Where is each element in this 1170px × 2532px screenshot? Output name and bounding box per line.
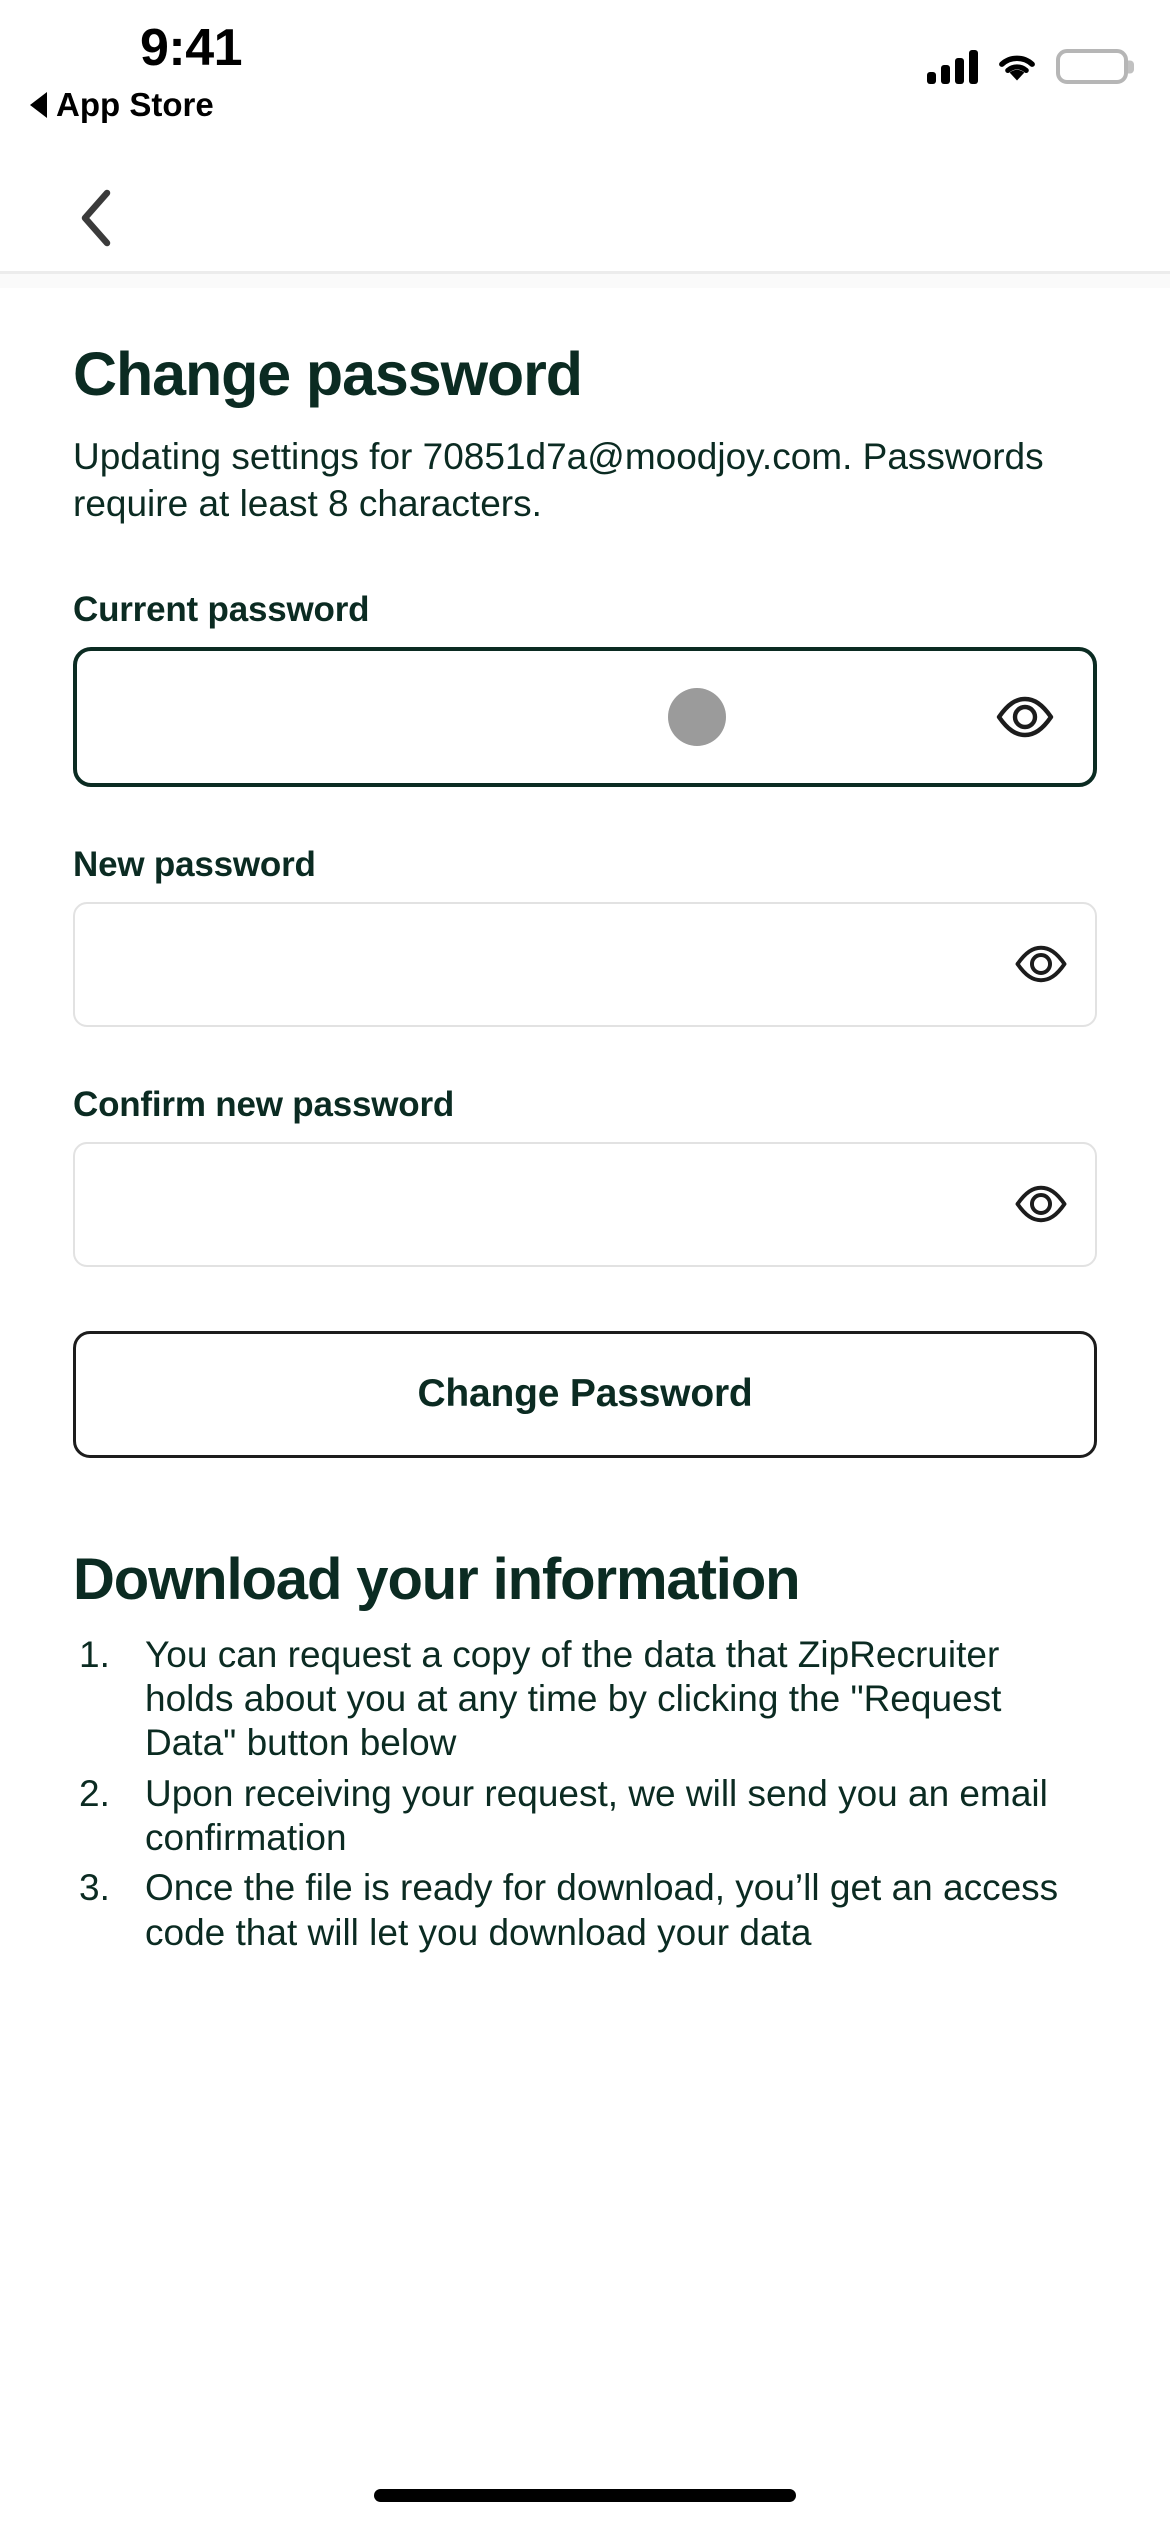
page-description: Updating settings for 70851d7a@moodjoy.c… (73, 435, 1044, 524)
home-indicator[interactable] (374, 2489, 796, 2502)
back-app-label: App Store (56, 86, 214, 123)
confirm-password-label: Confirm new password (73, 1084, 455, 1124)
eye-icon (1015, 945, 1067, 983)
navigation-bar (0, 140, 1170, 273)
current-password-label: Current password (73, 589, 370, 629)
new-password-input[interactable] (75, 903, 1095, 1025)
page-content: Change password Updating settings for 70… (0, 288, 1170, 1961)
phone-screen: 9:41 App Store Change password Updating … (0, 0, 1170, 2532)
back-triangle-icon (30, 92, 47, 118)
wifi-icon (999, 55, 1035, 81)
current-password-input-wrapper[interactable] (73, 646, 1097, 787)
page-title: Change password (73, 340, 583, 408)
status-bar-indicators (927, 40, 1134, 84)
status-bar-time: 9:41 (140, 19, 243, 77)
current-password-field-group: Current password (73, 590, 1097, 787)
list-item: Once the file is ready for download, you… (79, 1866, 1059, 1953)
new-password-visibility-toggle[interactable] (1009, 932, 1073, 996)
list-item: Upon receiving your request, we will sen… (79, 1772, 1048, 1859)
new-password-label: New password (73, 844, 316, 884)
eye-icon (996, 696, 1054, 737)
current-password-input[interactable] (77, 650, 1093, 783)
battery-full-icon (1056, 49, 1134, 84)
cellular-signal-icon (927, 50, 978, 84)
nav-divider-shadow (0, 274, 1170, 288)
list-item: You can request a copy of the data that … (79, 1633, 1002, 1764)
confirm-password-input-wrapper[interactable] (73, 1141, 1097, 1267)
chevron-left-icon (81, 189, 111, 247)
eye-icon (1015, 1185, 1067, 1223)
download-steps-list: You can request a copy of the data that … (73, 1633, 1097, 1956)
current-password-visibility-toggle[interactable] (987, 679, 1063, 755)
confirm-password-visibility-toggle[interactable] (1009, 1172, 1073, 1236)
status-bar: 9:41 App Store (0, 0, 1170, 140)
new-password-field-group: New password (73, 845, 1097, 1027)
change-password-button[interactable]: Change Password (73, 1330, 1097, 1458)
status-bar-back-to-app[interactable]: App Store (30, 86, 214, 124)
back-button[interactable] (58, 180, 134, 256)
download-section-title: Download your information (73, 1546, 801, 1612)
confirm-password-field-group: Confirm new password (73, 1085, 1097, 1267)
confirm-password-input[interactable] (75, 1143, 1095, 1265)
new-password-input-wrapper[interactable] (73, 901, 1097, 1027)
